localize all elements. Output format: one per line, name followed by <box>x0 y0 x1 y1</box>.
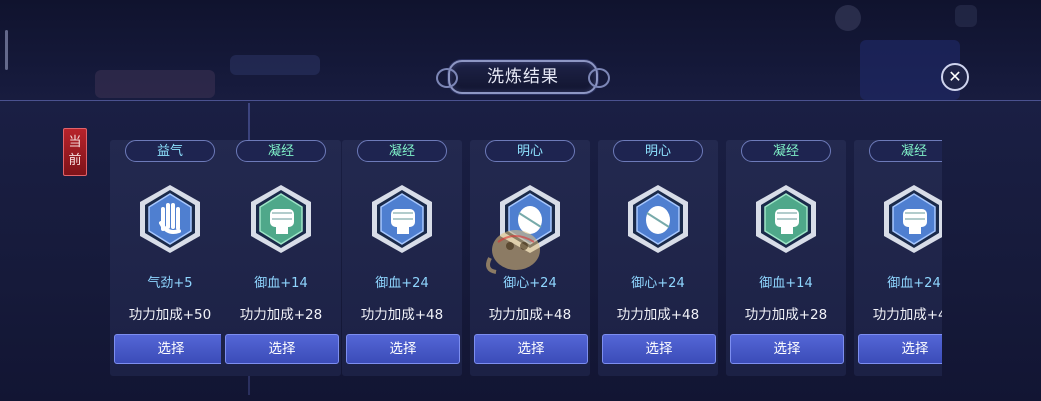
background-blur-element <box>95 70 215 98</box>
result-card: 明心御心+24 功力加成+48 选择 <box>598 140 718 376</box>
select-button[interactable]: 选择 <box>474 334 588 364</box>
card-attribute: 御心+24 <box>631 276 685 291</box>
result-cards-scroll[interactable]: 益气气劲+5 功力加成+50 选择 凝经御血+14 功力加成+28 选择 凝经御血+24 功力… <box>0 100 942 400</box>
background-blur-element <box>835 5 861 31</box>
select-button[interactable]: 选择 <box>858 334 942 364</box>
card-power-bonus: 功力加成+50 <box>128 307 212 323</box>
dialog-title-plate: 洗炼结果 <box>436 60 610 94</box>
dialog-title: 洗炼结果 <box>487 67 559 87</box>
card-attribute: 气劲+5 <box>147 276 193 291</box>
card-power-bonus: 功力加成+48 <box>488 307 572 323</box>
card-power-bonus: 功力加成+28 <box>744 307 828 323</box>
card-power-bonus: 功力加成+48 <box>616 307 700 323</box>
close-icon: ✕ <box>948 67 962 86</box>
fist-icon <box>756 185 816 253</box>
palm-icon <box>140 185 200 253</box>
select-button[interactable]: 选择 <box>346 334 460 364</box>
card-attribute: 御血+24 <box>375 276 429 291</box>
card-tag: 益气 <box>125 140 215 162</box>
card-attribute: 御血+14 <box>759 276 813 291</box>
background-blur-element <box>5 30 8 70</box>
background-blur-element <box>955 5 977 27</box>
card-power-bonus: 功力加成+48 <box>872 307 942 323</box>
card-tag: 凝经 <box>357 140 447 162</box>
result-card: 益气气劲+5 功力加成+50 选择 <box>110 140 230 376</box>
card-tag: 凝经 <box>236 140 326 162</box>
card-tag: 明心 <box>485 140 575 162</box>
fist-icon <box>372 185 432 253</box>
card-attribute: 御血+24 <box>887 276 941 291</box>
fist-icon <box>884 185 942 253</box>
shield-icon <box>628 185 688 253</box>
card-attribute: 御血+14 <box>254 276 308 291</box>
select-button[interactable]: 选择 <box>225 334 339 364</box>
card-power-bonus: 功力加成+48 <box>360 307 444 323</box>
fist-icon <box>251 185 311 253</box>
close-button[interactable]: ✕ <box>941 63 969 91</box>
result-card: 凝经御血+14 功力加成+28 选择 <box>221 140 341 376</box>
select-button[interactable]: 选择 <box>602 334 716 364</box>
card-tag: 凝经 <box>869 140 942 162</box>
result-card: 凝经御血+14 功力加成+28 选择 <box>726 140 846 376</box>
card-tag: 明心 <box>613 140 703 162</box>
result-card: 凝经御血+24 功力加成+48 选择 <box>854 140 942 376</box>
select-button[interactable]: 选择 <box>730 334 844 364</box>
background-blur-element <box>230 55 320 75</box>
card-power-bonus: 功力加成+28 <box>239 307 323 323</box>
select-button[interactable]: 选择 <box>114 334 228 364</box>
result-card: 凝经御血+24 功力加成+48 选择 <box>342 140 462 376</box>
card-tag: 凝经 <box>741 140 831 162</box>
watermark-mascot-icon <box>486 230 540 274</box>
